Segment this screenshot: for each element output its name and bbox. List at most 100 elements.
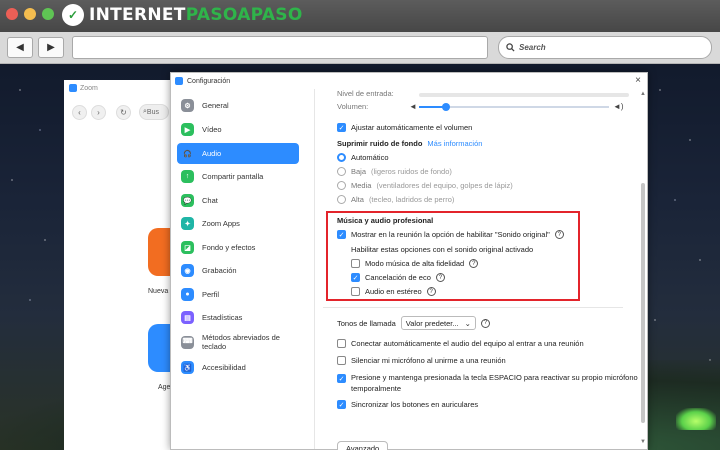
- help-icon[interactable]: ?: [554, 230, 564, 239]
- scroll-down-icon[interactable]: ▼: [640, 439, 646, 445]
- maximize-window-button[interactable]: [42, 8, 54, 20]
- sidebar-item-audio[interactable]: 🎧 Audio: [177, 143, 299, 164]
- space-unmute-label: Presione y mantenga presionada la tecla …: [351, 373, 638, 394]
- radio-auto[interactable]: [337, 153, 346, 162]
- ringtone-value: Valor predeter...: [405, 318, 459, 328]
- help-icon[interactable]: ?: [435, 273, 445, 282]
- apps-icon: ✦: [181, 217, 194, 230]
- sidebar-item-share-screen[interactable]: ↑ Compartir pantalla: [177, 166, 299, 187]
- zoom-logo-icon: [69, 84, 77, 92]
- history-icon[interactable]: ↻: [116, 104, 131, 120]
- stereo-audio-row[interactable]: Audio en estéreo ?: [351, 287, 436, 296]
- noise-option-high[interactable]: Alta (tecleo, ladridos de perro): [337, 195, 454, 204]
- help-icon[interactable]: ?: [426, 287, 436, 296]
- echo-cancellation-checkbox[interactable]: ✓: [351, 273, 360, 282]
- profile-icon: ●: [181, 288, 194, 301]
- noise-medium-hint: (ventiladores del equipo, golpes de lápi…: [376, 181, 513, 190]
- auto-join-audio-checkbox[interactable]: [337, 339, 346, 348]
- logo-prefix: INTERNET: [89, 5, 186, 25]
- back-button[interactable]: ◀: [7, 37, 33, 58]
- arrow-left-icon: ◀: [16, 42, 24, 53]
- zoom-window-title: Zoom: [69, 84, 98, 92]
- radio-low[interactable]: [337, 167, 346, 176]
- echo-cancellation-label: Cancelación de eco: [365, 273, 431, 282]
- scroll-up-icon[interactable]: ▲: [640, 91, 646, 97]
- pro-audio-header: Música y audio profesional: [337, 216, 433, 225]
- chat-icon: 💬: [181, 194, 194, 207]
- pro-audio-title: Música y audio profesional: [337, 216, 434, 225]
- hifi-music-label: Modo música de alta fidelidad: [365, 259, 465, 268]
- zoom-forward-button[interactable]: ›: [91, 104, 106, 120]
- noise-option-medium[interactable]: Media (ventiladores del equipo, golpes d…: [337, 181, 513, 190]
- sidebar-item-statistics[interactable]: ▤ Estadísticas: [177, 307, 299, 328]
- auto-volume-row[interactable]: ✓ Ajustar automáticamente el volumen: [337, 123, 472, 132]
- mute-on-join-row[interactable]: Silenciar mi micrófono al unirme a una r…: [337, 356, 506, 365]
- speaker-low-icon: ◄: [409, 102, 417, 111]
- volume-slider-handle[interactable]: [441, 103, 450, 111]
- volume-label: Volumen:: [337, 102, 369, 111]
- show-original-sound-checkbox[interactable]: ✓: [337, 230, 346, 239]
- sidebar-item-recording[interactable]: ◉ Grabación: [177, 260, 299, 281]
- zoom-search-label: Bus: [146, 108, 159, 116]
- noise-option-low[interactable]: Baja (ligeros ruidos de fondo): [337, 167, 452, 176]
- forward-button[interactable]: ▶: [38, 37, 64, 58]
- help-icon[interactable]: ?: [480, 318, 490, 328]
- more-info-link[interactable]: Más información: [427, 139, 482, 148]
- sidebar-item-profile[interactable]: ● Perfil: [177, 284, 299, 305]
- hifi-music-row[interactable]: Modo música de alta fidelidad ?: [351, 259, 479, 268]
- noise-low-label: Baja: [351, 167, 367, 176]
- enable-with-original-row: Habilitar estas opciones con el sonido o…: [351, 245, 533, 254]
- sidebar-item-video[interactable]: ▶ Vídeo: [177, 119, 299, 140]
- echo-cancellation-row[interactable]: ✓ Cancelación de eco ?: [351, 273, 445, 282]
- sync-headset-row[interactable]: ✓ Sincronizar los botones en auriculares: [337, 400, 478, 409]
- sidebar-item-zoom-apps[interactable]: ✦ Zoom Apps: [177, 213, 299, 234]
- sidebar-item-accessibility[interactable]: ♿ Accesibilidad: [177, 357, 299, 378]
- background-icon: ◪: [181, 241, 194, 254]
- help-icon[interactable]: ?: [469, 259, 479, 268]
- dialog-title: Configuración: [187, 77, 231, 85]
- auto-join-audio-row[interactable]: Conectar automáticamente el audio del eq…: [337, 339, 584, 348]
- sidebar-item-chat[interactable]: 💬 Chat: [177, 190, 299, 211]
- hifi-music-checkbox[interactable]: [351, 259, 360, 268]
- input-level-row: Nivel de entrada:: [337, 89, 394, 98]
- radio-medium[interactable]: [337, 181, 346, 190]
- space-unmute-row[interactable]: ✓ Presione y mantenga presionada la tecl…: [337, 373, 638, 394]
- input-level-label: Nivel de entrada:: [337, 89, 394, 98]
- sidebar-item-label: Grabación: [202, 266, 237, 275]
- sync-headset-checkbox[interactable]: ✓: [337, 400, 346, 409]
- stereo-audio-checkbox[interactable]: [351, 287, 360, 296]
- speaker-high-icon: ◄): [613, 102, 624, 111]
- space-unmute-line1: Presione y mantenga presionada la tecla …: [351, 373, 638, 382]
- show-original-sound-label: Mostrar en la reunión la opción de habil…: [351, 230, 550, 239]
- ringtone-label: Tonos de llamada: [337, 318, 396, 328]
- enable-with-original-label: Habilitar estas opciones con el sonido o…: [351, 245, 534, 254]
- auto-volume-label: Ajustar automáticamente el volumen: [351, 123, 473, 132]
- radio-high[interactable]: [337, 195, 346, 204]
- noise-auto-label: Automático: [351, 153, 389, 162]
- section-divider: [323, 307, 623, 308]
- keyboard-icon: ⌨: [181, 335, 194, 349]
- minimize-window-button[interactable]: [24, 8, 36, 20]
- browser-search-input[interactable]: Search: [498, 36, 712, 59]
- auto-volume-checkbox[interactable]: ✓: [337, 123, 346, 132]
- sidebar-item-background[interactable]: ◪ Fondo y efectos: [177, 237, 299, 258]
- zoom-logo-icon: [175, 77, 183, 85]
- zoom-back-button[interactable]: ‹: [72, 104, 87, 120]
- space-unmute-checkbox[interactable]: ✓: [337, 374, 346, 383]
- sidebar-item-general[interactable]: ⚙ General: [177, 95, 299, 116]
- schedule-label: Age: [158, 384, 171, 391]
- scrollbar-thumb[interactable]: [641, 183, 645, 423]
- close-icon[interactable]: ×: [635, 75, 641, 86]
- show-original-sound-row[interactable]: ✓ Mostrar en la reunión la opción de hab…: [337, 230, 564, 239]
- gear-icon: ⚙: [181, 99, 194, 112]
- close-window-button[interactable]: [6, 8, 18, 20]
- sidebar-item-keyboard-shortcuts[interactable]: ⌨ Métodos abreviados de teclado: [177, 329, 299, 355]
- mute-on-join-checkbox[interactable]: [337, 356, 346, 365]
- zoom-search-input[interactable]: ⌕ Bus: [139, 104, 169, 120]
- advanced-button[interactable]: Avanzado: [337, 441, 389, 450]
- sidebar-item-label: General: [202, 101, 229, 110]
- ringtone-select[interactable]: Valor predeter... ⌄: [400, 316, 476, 330]
- noise-option-auto[interactable]: Automático: [337, 153, 389, 162]
- address-bar[interactable]: [72, 36, 488, 59]
- sidebar-item-label: Accesibilidad: [202, 363, 246, 372]
